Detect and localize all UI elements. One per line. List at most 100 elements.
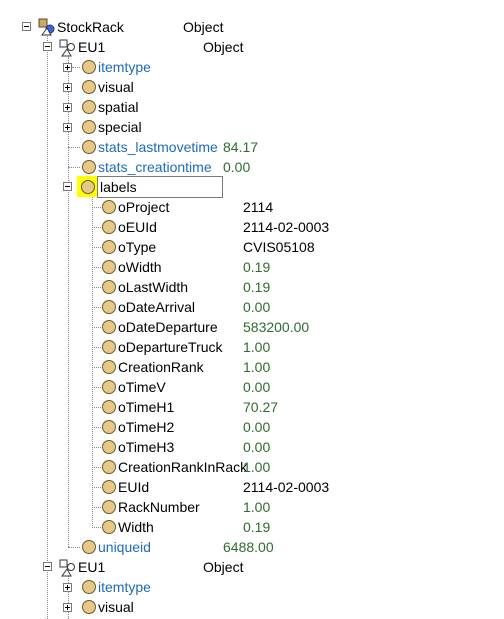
label-item-value: 70.27 (243, 399, 279, 415)
expand-toggle[interactable] (63, 83, 72, 92)
tree-line (92, 287, 101, 288)
root-type: Object (183, 19, 224, 35)
eu1-label[interactable]: EU1 (78, 559, 105, 575)
tree-line (92, 467, 101, 468)
object-shape-icon (59, 39, 77, 57)
group-visual[interactable]: visual (98, 599, 134, 615)
label-item-name[interactable]: oTimeV (118, 379, 166, 395)
label-item-name[interactable]: oDateDeparture (118, 319, 218, 335)
circle-node-icon (102, 340, 116, 354)
label-item-value: 1.00 (243, 339, 271, 355)
label-item-name[interactable]: oDepartureTruck (118, 339, 223, 355)
expand-toggle[interactable] (63, 583, 72, 592)
stats-lastmovetime-value: 84.17 (223, 139, 259, 155)
circle-node-icon (102, 360, 116, 374)
circle-node-icon (102, 260, 116, 274)
circle-node-icon (82, 60, 96, 74)
circle-node-icon (102, 220, 116, 234)
stats-creationtime-label[interactable]: stats_creationtime (98, 159, 212, 175)
circle-node-icon (81, 180, 95, 194)
collapse-toggle[interactable] (43, 42, 52, 51)
circle-node-icon (82, 600, 96, 614)
uniqueid-value: 6488.00 (223, 539, 274, 555)
circle-node-icon (82, 100, 96, 114)
label-item-value: 1.00 (243, 359, 271, 375)
tree-line (92, 347, 101, 348)
stats-lastmovetime-label[interactable]: stats_lastmovetime (98, 139, 218, 155)
tree-line (92, 407, 101, 408)
group-itemtype[interactable]: itemtype (98, 579, 151, 595)
circle-node-icon (82, 540, 96, 554)
tree-line (92, 196, 93, 526)
eu1-type: Object (203, 559, 244, 575)
label-item-name[interactable]: EUId (118, 479, 149, 495)
collapse-toggle[interactable] (22, 22, 31, 31)
label-item-value: 2114 (243, 199, 274, 215)
label-item-name[interactable]: oWidth (118, 259, 162, 275)
tree-line (92, 527, 101, 528)
root-label[interactable]: StockRack (57, 19, 124, 35)
circle-node-icon (102, 460, 116, 474)
expand-toggle[interactable] (63, 103, 72, 112)
tree-line (92, 307, 101, 308)
collapse-toggle[interactable] (63, 182, 72, 191)
label-item-value: 1.00 (243, 459, 271, 475)
circle-node-icon (102, 520, 116, 534)
tree-line (68, 167, 80, 168)
circle-node-icon (102, 300, 116, 314)
circle-node-icon (102, 380, 116, 394)
label-item-name[interactable]: Width (118, 519, 154, 535)
label-item-value: 2114-02-0003 (243, 219, 330, 235)
group-special[interactable]: special (98, 119, 142, 135)
label-item-value: 0.19 (243, 519, 271, 535)
label-item-name[interactable]: oLastWidth (118, 279, 188, 295)
circle-node-icon (102, 400, 116, 414)
group-itemtype[interactable]: itemtype (98, 59, 151, 75)
tree-line (92, 447, 101, 448)
eu1-label[interactable]: EU1 (78, 39, 105, 55)
label-item-value: 0.00 (243, 419, 271, 435)
tree-line (92, 507, 101, 508)
circle-node-icon (102, 500, 116, 514)
stats-creationtime-value: 0.00 (223, 159, 251, 175)
object-shape-icon (59, 559, 77, 577)
tree-line (92, 367, 101, 368)
expand-toggle[interactable] (63, 123, 72, 132)
circle-node-icon (102, 480, 116, 494)
labels-node-label[interactable]: labels (100, 179, 137, 195)
label-item-value: 0.19 (243, 279, 271, 295)
tree-line (68, 147, 80, 148)
group-spatial[interactable]: spatial (98, 99, 138, 115)
tree-line (92, 427, 101, 428)
circle-node-icon (102, 440, 116, 454)
tree-line (92, 267, 101, 268)
label-item-name[interactable]: CreationRankInRack (118, 459, 247, 475)
tree-line (72, 67, 80, 68)
tree-line (68, 547, 80, 548)
label-item-name[interactable]: oProject (118, 199, 169, 215)
label-item-name[interactable]: oTimeH3 (118, 439, 174, 455)
tree-line (92, 207, 101, 208)
tree-view[interactable]: StockRack Object EU1 Object itemtype vis… (0, 0, 504, 619)
circle-node-icon (82, 120, 96, 134)
label-item-value: 0.19 (243, 259, 271, 275)
uniqueid-label[interactable]: uniqueid (98, 539, 151, 555)
label-item-name[interactable]: CreationRank (118, 359, 204, 375)
label-item-name[interactable]: oEUId (118, 219, 157, 235)
circle-node-icon (102, 280, 116, 294)
label-item-value: 0.00 (243, 379, 271, 395)
expand-toggle[interactable] (63, 603, 72, 612)
circle-node-icon (102, 320, 116, 334)
circle-node-icon (102, 240, 116, 254)
label-item-name[interactable]: oTimeH2 (118, 419, 174, 435)
label-item-name[interactable]: oDateArrival (118, 299, 195, 315)
label-item-name[interactable]: oTimeH1 (118, 399, 174, 415)
label-item-value: 2114-02-0003 (243, 479, 330, 495)
label-item-name[interactable]: RackNumber (118, 499, 200, 515)
expand-toggle[interactable] (63, 63, 72, 72)
group-visual[interactable]: visual (98, 79, 134, 95)
collapse-toggle[interactable] (43, 562, 52, 571)
label-item-name[interactable]: oType (118, 239, 156, 255)
label-item-value: 583200.00 (243, 319, 310, 335)
label-item-value: 1.00 (243, 499, 271, 515)
